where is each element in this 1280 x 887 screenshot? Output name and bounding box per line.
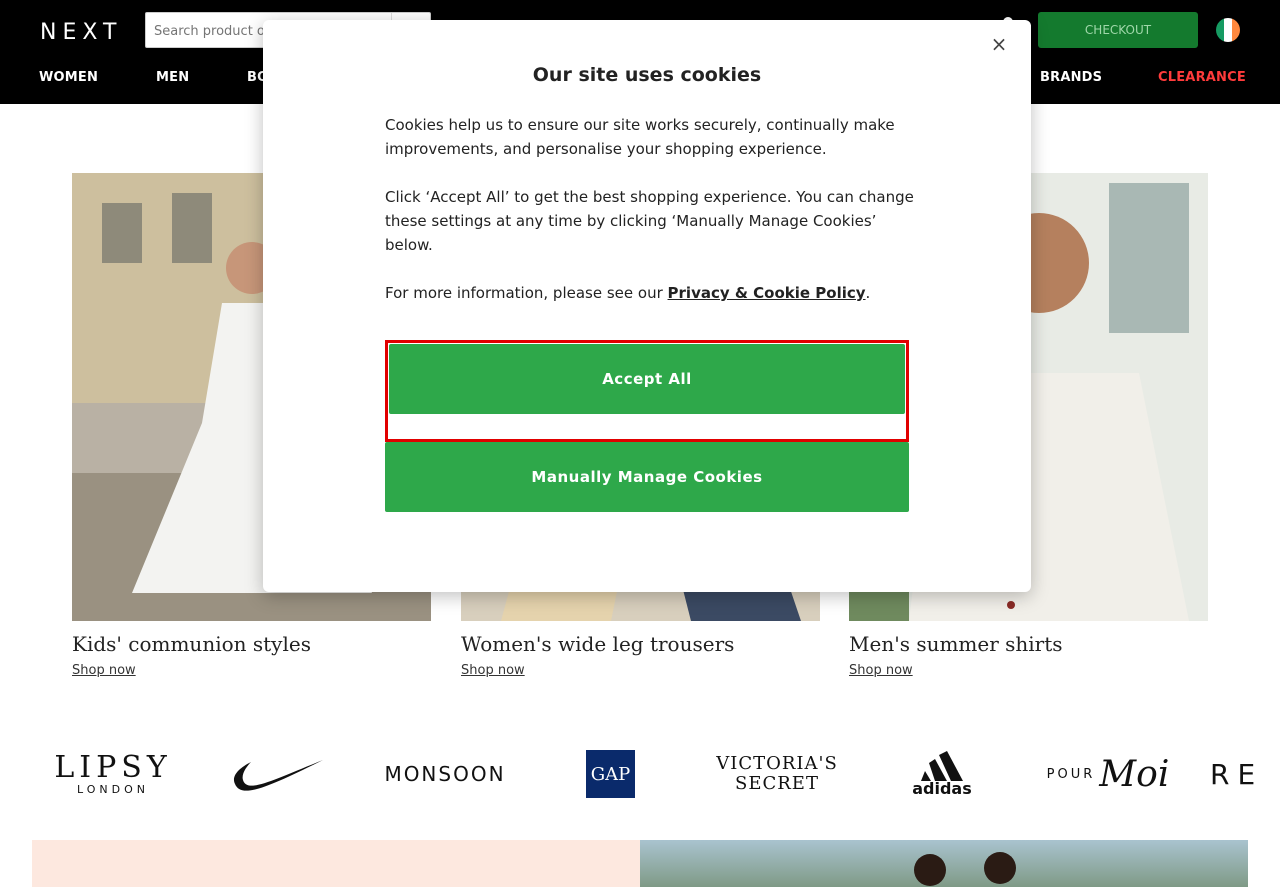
cookie-paragraph-1: Cookies help us to ensure our site works…	[385, 116, 895, 158]
cookie-consent-modal: × Our site uses cookies Cookies help us …	[263, 20, 1031, 592]
accept-all-button[interactable]: Accept All	[389, 344, 905, 414]
close-icon[interactable]: ×	[989, 34, 1009, 54]
cookie-paragraph-3: For more information, please see our Pri…	[385, 284, 871, 302]
privacy-policy-link[interactable]: Privacy & Cookie Policy	[668, 284, 866, 302]
modal-title: Our site uses cookies	[532, 64, 762, 86]
manage-cookies-button[interactable]: Manually Manage Cookies	[385, 442, 909, 512]
cookie-paragraph-2: Click ‘Accept All’ to get the best shopp…	[385, 188, 914, 254]
